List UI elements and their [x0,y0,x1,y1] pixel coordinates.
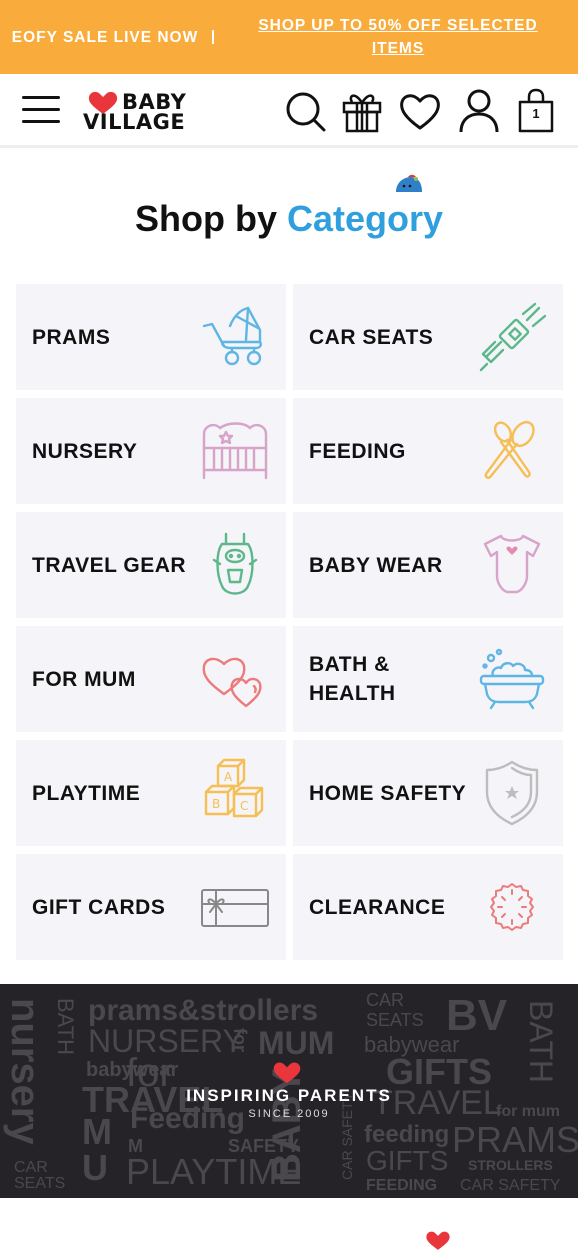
banner-word: PLAYTIME [126,1151,301,1192]
banner-word: nursery [3,998,47,1145]
category-label: GIFT CARDS [32,895,166,919]
category-label: BATH & HEALTH [309,653,396,705]
inspiring-parents-banner: prams&strollers CAR SEATS BV BATH NURSER… [0,984,578,1198]
category-label: HOME SAFETY [309,781,467,805]
category-label: FOR MUM [32,667,136,691]
cart-count-badge: 1 [532,106,540,121]
banner-word: feeding [364,1121,449,1148]
clearance-tag-icon [477,872,547,942]
site-header: BABY VILLAGE 1 [0,74,578,148]
banner-word: BATH [523,1000,559,1083]
banner-word: FEEDING [366,1177,437,1194]
category-label: PLAYTIME [32,781,141,805]
onesie-icon [477,530,547,600]
hearts-icon [200,644,270,714]
section-header: Shop by Category [0,172,578,242]
category-label: NURSERY [32,439,138,463]
gift-icon[interactable] [340,88,384,134]
category-tile-travel-gear[interactable]: TRAVEL GEAR [16,512,286,618]
gift-card-icon [200,872,270,942]
seatbelt-icon [477,302,547,372]
shield-icon [477,758,547,828]
banner-word: STROLLERS [468,1157,553,1173]
category-tile-nursery[interactable]: NURSERY [16,398,286,504]
category-tile-baby-wear[interactable]: BABY WEAR [293,512,563,618]
svg-text:C: C [240,799,248,813]
promo-bar: EOFY SALE LIVE NOW SHOP UP TO 50% OFF SE… [0,0,578,74]
category-tile-home-safety[interactable]: HOME SAFETY [293,740,563,846]
category-tile-prams[interactable]: PRAMS [16,284,286,390]
banner-subtitle: SINCE 2009 [248,1108,330,1120]
category-label: CAR SEATS [309,325,434,349]
category-label: FEEDING [309,439,406,463]
baby-carrier-icon [200,530,270,600]
banner-word: U [82,1147,108,1188]
category-tile-gift-cards[interactable]: GIFT CARDS [16,854,286,960]
category-tile-clearance[interactable]: CLEARANCE [293,854,563,960]
banner-heart-icon [273,1062,301,1084]
svg-text:B: B [212,797,220,811]
blocks-icon: A B C [200,758,270,828]
banner-word: CAR [366,990,404,1010]
category-label: BABY WEAR [309,553,443,577]
category-tile-feeding[interactable]: FEEDING [293,398,563,504]
banner-word: for [230,1028,250,1052]
hedgehog-mascot-icon [396,174,422,192]
category-tile-for-mum[interactable]: FOR MUM [16,626,286,732]
banner-word: MUM [258,1025,334,1061]
cot-icon [200,416,270,486]
promo-shop-link[interactable]: SHOP UP TO 50% OFF SELECTED ITEMS [214,14,578,60]
banner-word: SEATS [14,1175,65,1192]
search-icon[interactable] [283,88,327,134]
category-tile-bath-health[interactable]: BATH & HEALTH [293,626,563,732]
banner-title: INSPIRING PARENTS [186,1086,392,1105]
category-label: CLEARANCE [309,895,446,919]
logo[interactable]: BABY VILLAGE [82,88,197,136]
promo-sale-text: EOFY SALE LIVE NOW [11,28,199,46]
banner-word: CAR [14,1159,48,1176]
category-label: TRAVEL GEAR [32,553,187,577]
logo-text-village: VILLAGE [83,110,186,134]
title-accent: Category [286,198,444,239]
pram-icon [200,302,270,372]
category-tile-car-seats[interactable]: CAR SEATS [293,284,563,390]
heart-icon[interactable] [398,88,442,134]
banner-word: BATH [53,998,78,1055]
title-prefix: Shop by [134,198,277,239]
banner-word: GIFTS [366,1145,448,1176]
svg-text:A: A [224,770,233,784]
banner-word: CAR SAFETY [460,1177,561,1194]
banner-word: PRAMS [452,1119,578,1160]
category-tile-playtime[interactable]: PLAYTIME A B C [16,740,286,846]
heart-logo-icon [426,1231,450,1250]
banner-word: SEATS [366,1010,424,1030]
user-icon[interactable] [457,88,501,134]
bathtub-icon [477,644,547,714]
menu-icon[interactable] [22,96,60,126]
page-title: Shop by Category [0,198,578,240]
spoon-icon [477,416,547,486]
category-label: PRAMS [32,325,111,349]
bag-icon[interactable]: 1 [514,88,558,134]
